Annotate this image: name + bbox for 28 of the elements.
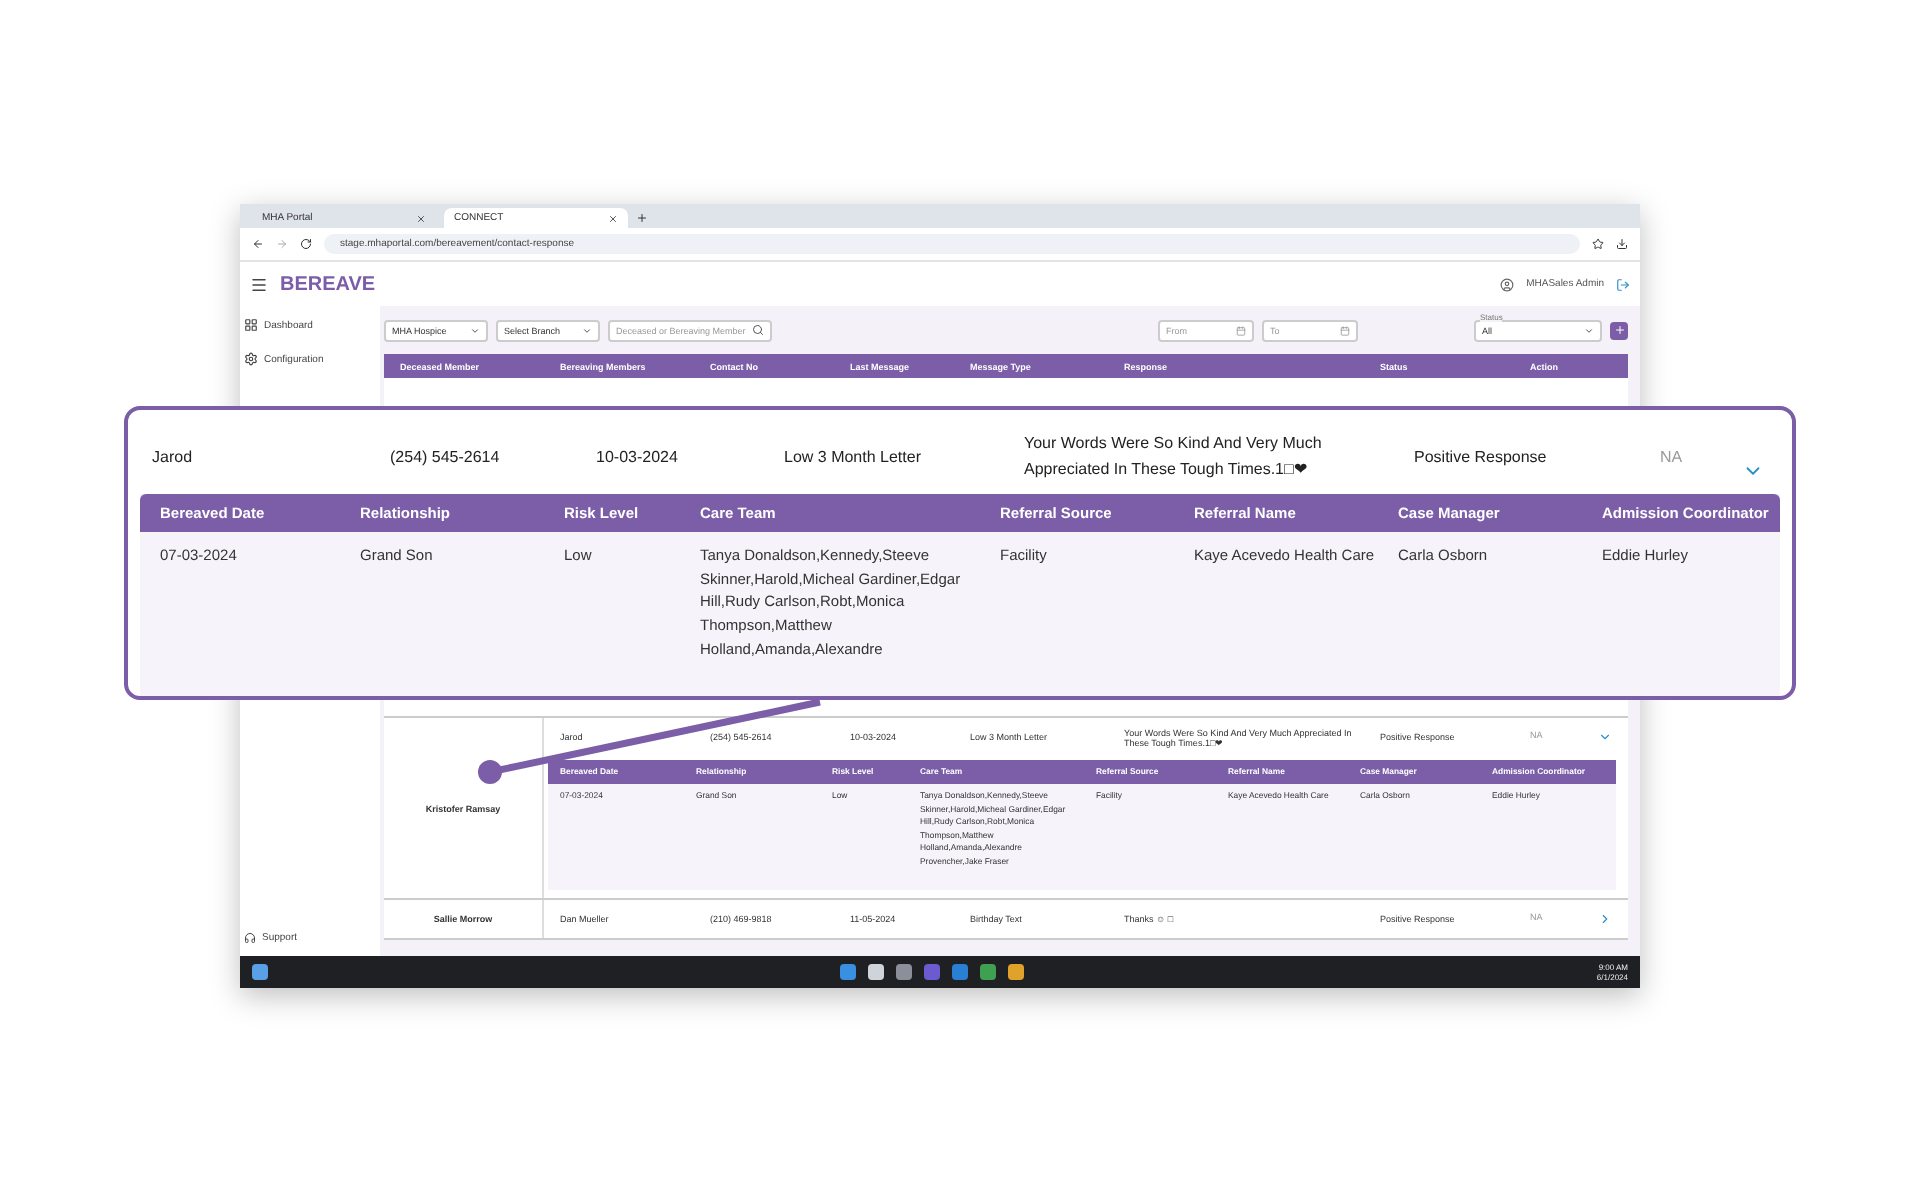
- settings-icon: [244, 352, 258, 366]
- logout-icon[interactable]: [1616, 277, 1630, 291]
- table-cell-text: Positive Response: [1412, 445, 1549, 470]
- table-cell-text: NA: [1658, 445, 1685, 470]
- calendar-icon: [1340, 325, 1350, 335]
- grid-icon: [244, 318, 258, 332]
- menu-icon[interactable]: [250, 275, 268, 293]
- star-icon[interactable]: [1592, 238, 1604, 250]
- calendar-icon: [1236, 325, 1246, 335]
- headset-icon: [244, 932, 256, 944]
- back-icon[interactable]: [252, 238, 264, 250]
- reload-icon[interactable]: [300, 238, 312, 250]
- caret-icon: [1584, 325, 1594, 335]
- app-title: BEREAVE: [280, 273, 378, 295]
- table-cell-text: Low 3 Month Letter: [782, 445, 923, 470]
- plus-icon: [1613, 324, 1625, 336]
- caret-icon: [470, 325, 480, 335]
- table-cell-text: Your Words Were So Kind And Very Much Appreciated In These Tough Times.1□❤: [1022, 432, 1324, 482]
- add-button[interactable]: [1610, 321, 1628, 339]
- table-cell-text: 10-03-2024: [594, 445, 680, 470]
- new-tab-icon[interactable]: [636, 212, 648, 224]
- chevron-down-icon[interactable]: [1598, 730, 1612, 744]
- download-icon[interactable]: [1616, 238, 1628, 250]
- user-icon: [1500, 277, 1515, 291]
- caret-icon: [582, 325, 592, 335]
- chevron-right-icon[interactable]: [1598, 912, 1612, 926]
- table-cell-text: Jarod: [150, 445, 195, 470]
- table-cell-text: (254) 545-2614: [388, 445, 502, 470]
